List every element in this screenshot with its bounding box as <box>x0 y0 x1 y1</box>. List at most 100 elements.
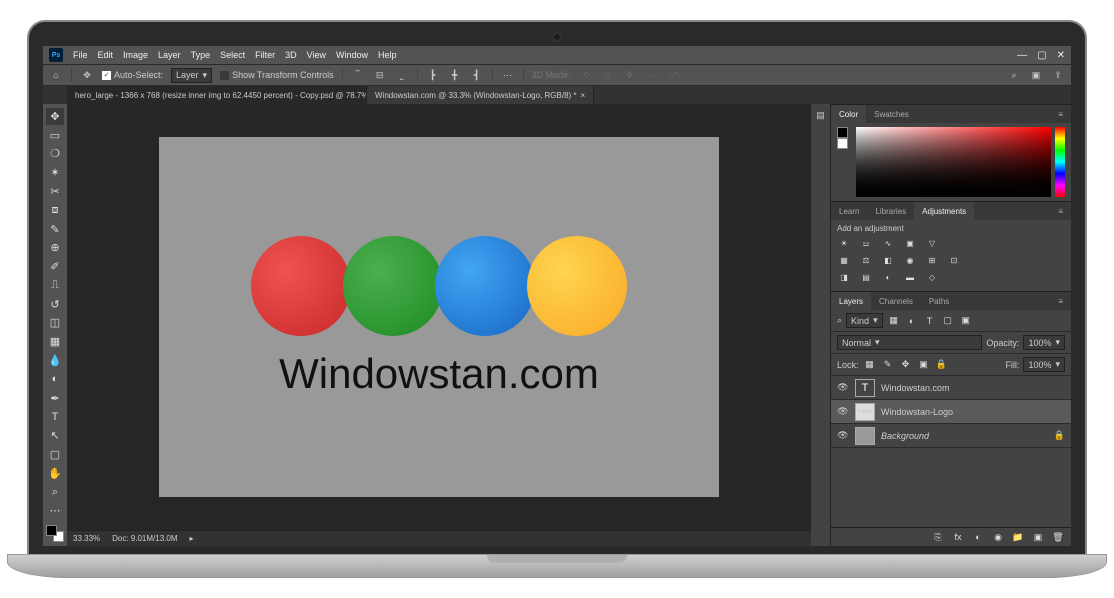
mask-icon[interactable]: ◐ <box>971 530 985 544</box>
menu-filter[interactable]: Filter <box>255 50 275 60</box>
levels-icon[interactable]: ⚍ <box>859 236 873 250</box>
zoom-level[interactable]: 33.33% <box>73 534 100 543</box>
layer-name[interactable]: Windowstan-Logo <box>881 407 953 417</box>
menu-view[interactable]: View <box>307 50 326 60</box>
exposure-icon[interactable]: ▣ <box>903 236 917 250</box>
posterize-icon[interactable]: ▤ <box>859 270 873 284</box>
lock-transparency-icon[interactable]: ▦ <box>863 358 877 372</box>
tab-channels[interactable]: Channels <box>871 292 921 310</box>
layer-thumbnail[interactable]: ●●●● <box>855 403 875 421</box>
menu-edit[interactable]: Edit <box>98 50 114 60</box>
layer-name[interactable]: Windowstan.com <box>881 383 950 393</box>
hand-tool[interactable]: ✋ <box>46 465 64 482</box>
photo-filter-icon[interactable]: ◉ <box>903 253 917 267</box>
document-canvas[interactable]: Windowstan.com <box>159 137 719 497</box>
selective-color-icon[interactable]: ◇ <box>925 270 939 284</box>
gradient-tool[interactable]: ▦ <box>46 333 64 350</box>
panel-menu-icon[interactable]: ≡ <box>1050 202 1071 220</box>
menu-file[interactable]: File <box>73 50 88 60</box>
fg-swatch[interactable] <box>837 127 848 138</box>
show-transform-checkbox[interactable]: Show Transform Controls <box>220 70 334 80</box>
edit-toolbar[interactable]: ⋯ <box>46 502 64 519</box>
visibility-icon[interactable]: 👁 <box>837 382 849 393</box>
home-icon[interactable]: ⌂ <box>49 68 63 82</box>
blend-mode-dropdown[interactable]: Normal▾ <box>837 335 982 350</box>
bw-icon[interactable]: ◧ <box>881 253 895 267</box>
path-tool[interactable]: ↖ <box>46 427 64 444</box>
curves-icon[interactable]: ∿ <box>881 236 895 250</box>
filter-kind-dropdown[interactable]: Kind▾ <box>846 313 883 328</box>
gradient-map-icon[interactable]: ▬ <box>903 270 917 284</box>
menu-layer[interactable]: Layer <box>158 50 181 60</box>
type-tool[interactable]: T <box>46 409 64 426</box>
blur-tool[interactable]: 💧 <box>46 352 64 369</box>
eraser-tool[interactable]: ◫ <box>46 315 64 332</box>
dodge-tool[interactable]: ◐ <box>46 371 64 388</box>
menu-select[interactable]: Select <box>220 50 245 60</box>
shape-tool[interactable]: ▢ <box>46 446 64 463</box>
layer-thumbnail[interactable]: T <box>855 379 875 397</box>
foreground-color[interactable] <box>46 525 57 536</box>
vibrance-icon[interactable]: ▽ <box>925 236 939 250</box>
pen-tool[interactable]: ✒ <box>46 390 64 407</box>
color-swatch[interactable] <box>46 525 64 542</box>
brush-tool[interactable]: ✐ <box>46 258 64 275</box>
minimize-icon[interactable]: — <box>1017 50 1027 61</box>
lock-artboard-icon[interactable]: ▣ <box>917 358 931 372</box>
maximize-icon[interactable]: ▢ <box>1037 50 1046 61</box>
color-balance-icon[interactable]: ⚖ <box>859 253 873 267</box>
filter-shape-icon[interactable]: ▢ <box>941 314 955 328</box>
invert-icon[interactable]: ◨ <box>837 270 851 284</box>
magic-wand-tool[interactable]: ✶ <box>46 164 64 181</box>
brightness-icon[interactable]: ☀ <box>837 236 851 250</box>
lock-pixels-icon[interactable]: ✎ <box>881 358 895 372</box>
tab-learn[interactable]: Learn <box>831 202 867 220</box>
visibility-icon[interactable]: 👁 <box>837 406 849 417</box>
fx-icon[interactable]: fx <box>951 530 965 544</box>
tab-layers[interactable]: Layers <box>831 292 871 310</box>
stamp-tool[interactable]: ⎍ <box>46 277 64 294</box>
document-tab[interactable]: hero_large - 1366 x 768 (resize inner im… <box>67 86 367 104</box>
tab-libraries[interactable]: Libraries <box>867 202 914 220</box>
tab-close-icon[interactable]: × <box>581 91 586 100</box>
filter-smart-icon[interactable]: ▣ <box>959 314 973 328</box>
menu-help[interactable]: Help <box>378 50 397 60</box>
panel-menu-icon[interactable]: ≡ <box>1050 292 1071 310</box>
bg-swatch[interactable] <box>837 138 848 149</box>
hue-icon[interactable]: ▦ <box>837 253 851 267</box>
workspace-icon[interactable]: ▣ <box>1029 68 1043 82</box>
distribute-icon[interactable]: ⋯ <box>501 68 515 82</box>
move-tool[interactable]: ✥ <box>46 108 64 125</box>
history-panel-icon[interactable]: ▤ <box>814 108 828 122</box>
menu-type[interactable]: Type <box>191 50 211 60</box>
delete-layer-icon[interactable]: 🗑 <box>1051 530 1065 544</box>
auto-select-target-dropdown[interactable]: Layer ▾ <box>171 68 212 83</box>
fill-field[interactable]: 100%▾ <box>1023 357 1065 372</box>
document-tab[interactable]: Windowstan.com @ 33.3% (Windowstan-Logo,… <box>367 86 594 104</box>
tab-adjustments[interactable]: Adjustments <box>914 202 974 220</box>
opacity-field[interactable]: 100%▾ <box>1023 335 1065 350</box>
align-bottom-icon[interactable]: ⎵ <box>395 68 409 82</box>
channel-mixer-icon[interactable]: ⊞ <box>925 253 939 267</box>
menu-window[interactable]: Window <box>336 50 368 60</box>
tab-paths[interactable]: Paths <box>921 292 957 310</box>
layer-thumbnail[interactable] <box>855 427 875 445</box>
share-icon[interactable]: ⇪ <box>1051 68 1065 82</box>
auto-select-checkbox[interactable]: ✓ Auto-Select: <box>102 70 163 80</box>
move-tool-icon[interactable]: ✥ <box>80 68 94 82</box>
menu-image[interactable]: Image <box>123 50 148 60</box>
layer-row[interactable]: 👁 Background 🔒 <box>831 424 1071 448</box>
filter-type-icon[interactable]: T <box>923 314 937 328</box>
tab-color[interactable]: Color <box>831 105 866 123</box>
tab-swatches[interactable]: Swatches <box>866 105 917 123</box>
zoom-tool[interactable]: ⌕ <box>46 484 64 501</box>
marquee-tool[interactable]: ▭ <box>46 127 64 144</box>
threshold-icon[interactable]: ◐ <box>881 270 895 284</box>
canvas-viewport[interactable]: Windowstan.com <box>67 104 811 530</box>
group-icon[interactable]: 📁 <box>1011 530 1025 544</box>
lasso-tool[interactable]: ❍ <box>46 146 64 163</box>
layer-name[interactable]: Background <box>881 431 929 441</box>
align-hcenter-icon[interactable]: ╋ <box>448 68 462 82</box>
new-layer-icon[interactable]: ▣ <box>1031 530 1045 544</box>
lock-all-icon[interactable]: 🔒 <box>935 358 949 372</box>
